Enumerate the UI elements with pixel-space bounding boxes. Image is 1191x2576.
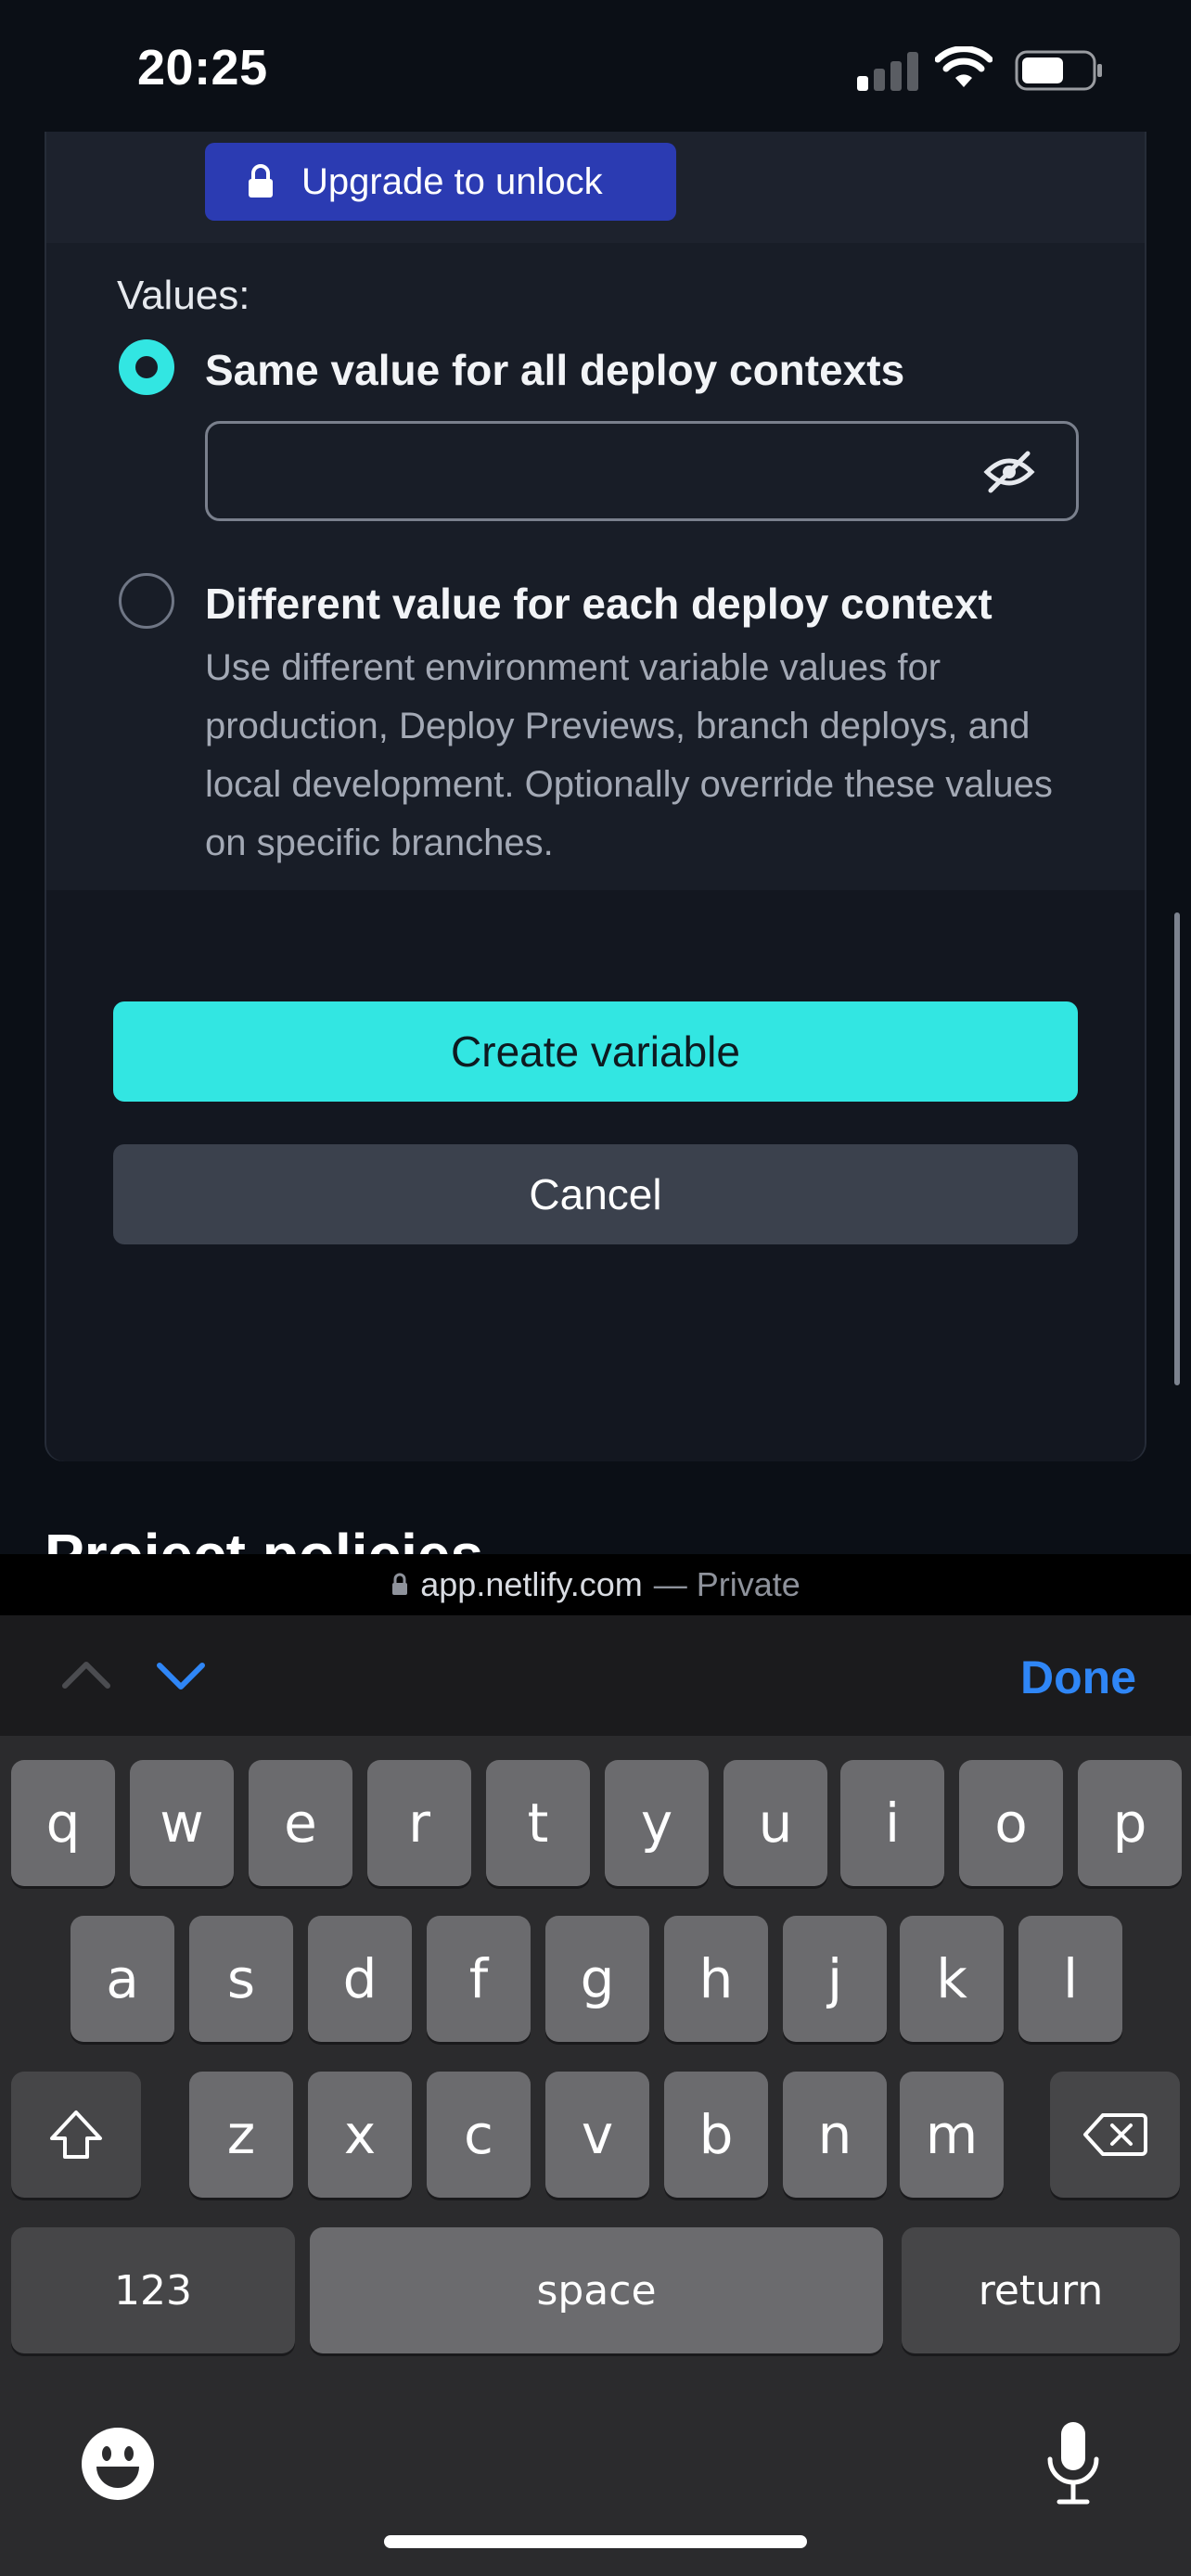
chevron-down-icon[interactable] (154, 1649, 208, 1702)
battery-icon (1015, 50, 1102, 91)
add-variable-card: Upgrade to unlock Values: Same value for… (45, 132, 1146, 1461)
return-key[interactable]: return (902, 2227, 1180, 2353)
key-c[interactable]: c (427, 2072, 531, 2198)
option-different-value-label[interactable]: Different value for each deploy context (205, 579, 992, 629)
wifi-icon (935, 46, 992, 87)
key-f[interactable]: f (427, 1916, 531, 2042)
key-x[interactable]: x (308, 2072, 412, 2198)
key-m[interactable]: m (900, 2072, 1004, 2198)
key-h[interactable]: h (664, 1916, 768, 2042)
key-d[interactable]: d (308, 1916, 412, 2042)
page-content: Upgrade to unlock Values: Same value for… (0, 132, 1191, 1554)
key-z[interactable]: z (189, 2072, 293, 2198)
create-variable-button[interactable]: Create variable (113, 1001, 1078, 1102)
key-t[interactable]: t (486, 1760, 590, 1886)
option-same-value-label[interactable]: Same value for all deploy contexts (205, 345, 904, 395)
key-v[interactable]: v (545, 2072, 649, 2198)
key-y[interactable]: y (605, 1760, 709, 1886)
section-title-project-policies: Project policies (45, 1521, 483, 1554)
upgrade-to-unlock-button[interactable]: Upgrade to unlock (205, 143, 676, 221)
key-a[interactable]: a (70, 1916, 174, 2042)
private-label: — Private (653, 1565, 800, 1603)
key-p[interactable]: p (1078, 1760, 1182, 1886)
backspace-key[interactable] (1050, 2072, 1180, 2198)
status-bar: 20:25 (0, 0, 1191, 132)
done-button[interactable]: Done (1020, 1651, 1136, 1704)
backspace-icon (1083, 2113, 1147, 2156)
scrollbar[interactable] (1174, 912, 1180, 1385)
key-g[interactable]: g (545, 1916, 649, 2042)
chevron-up-icon[interactable] (59, 1649, 113, 1702)
key-n[interactable]: n (783, 2072, 887, 2198)
key-i[interactable]: i (840, 1760, 944, 1886)
key-w[interactable]: w (130, 1760, 234, 1886)
key-k[interactable]: k (900, 1916, 1004, 2042)
key-q[interactable]: q (11, 1760, 115, 1886)
cellular-signal-icon (857, 52, 918, 91)
radio-different-value[interactable] (119, 573, 174, 629)
lock-icon (249, 164, 273, 198)
option-different-value-description: Use different environment variable value… (205, 647, 1053, 863)
key-u[interactable]: u (724, 1760, 827, 1886)
cancel-button[interactable]: Cancel (113, 1144, 1078, 1244)
lock-icon (392, 1573, 408, 1595)
numbers-key[interactable]: 123 (11, 2227, 295, 2353)
value-input[interactable] (205, 421, 1079, 521)
key-j[interactable]: j (783, 1916, 887, 2042)
key-e[interactable]: e (249, 1760, 352, 1886)
key-l[interactable]: l (1018, 1916, 1122, 2042)
url-host: app.netlify.com (420, 1565, 643, 1603)
values-heading: Values: (117, 273, 250, 318)
upgrade-label: Upgrade to unlock (301, 160, 603, 202)
key-b[interactable]: b (664, 2072, 768, 2198)
eye-off-icon[interactable] (983, 448, 1035, 496)
key-r[interactable]: r (367, 1760, 471, 1886)
microphone-icon[interactable] (1043, 2418, 1104, 2507)
browser-url-bar[interactable]: app.netlify.com — Private (0, 1554, 1191, 1615)
shift-key[interactable] (11, 2072, 141, 2198)
keyboard-accessory-bar: Done (0, 1615, 1191, 1736)
card-actions: Create variable Cancel (46, 890, 1145, 1461)
radio-same-value[interactable] (119, 339, 174, 395)
shift-icon (50, 2111, 102, 2159)
key-o[interactable]: o (959, 1760, 1063, 1886)
key-s[interactable]: s (189, 1916, 293, 2042)
keyboard: q w e r t y u i o p a s d f g h j k l z … (0, 1736, 1191, 2576)
emoji-icon[interactable] (80, 2426, 156, 2502)
status-time: 20:25 (137, 40, 268, 96)
space-key[interactable]: space (310, 2227, 883, 2353)
home-indicator[interactable] (384, 2535, 807, 2548)
upgrade-band: Upgrade to unlock (46, 132, 1145, 243)
